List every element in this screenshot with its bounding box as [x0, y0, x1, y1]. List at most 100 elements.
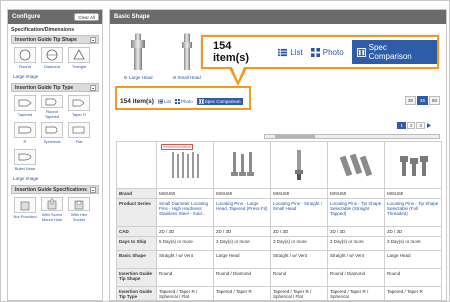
product-pins-image [339, 153, 373, 177]
next-page-icon[interactable] [426, 122, 432, 129]
table-cell: 3 Day(s) or more [270, 236, 328, 251]
table-row: Brand MISUMI MISUMI MISUMI MISUMI MISUMI [116, 188, 442, 199]
option-diamond[interactable]: Diamond [40, 47, 64, 71]
table-cell: Straight / w/ Vent [156, 250, 214, 269]
shape-large-head[interactable]: Large Head [124, 32, 153, 80]
horizontal-scrollbar[interactable] [264, 134, 440, 139]
table-row: Insertion Guide Tip Type Tapered / Taper… [116, 286, 442, 300]
bullet-nose-tip-icon [18, 153, 32, 161]
recommendation-badge: Recommendation [161, 144, 194, 150]
option-r[interactable]: R [13, 122, 37, 146]
table-cell: Straight / w/ Vent [327, 250, 385, 269]
configure-panel: Configure Clear All Specification/Dimens… [7, 9, 103, 301]
option-bullet-nose[interactable]: Bullet Nose [13, 149, 37, 173]
product-series-link[interactable]: Locating Pins - Straight / Small Head [270, 198, 328, 227]
page-link[interactable]: 3 [416, 122, 425, 129]
option-label: With Hex Socket [70, 212, 88, 222]
table-cell: MISUMI [213, 188, 271, 199]
list-view-button-zoomed[interactable]: List [278, 47, 303, 57]
table-cell: Tapered / Taper R [213, 286, 271, 300]
row-header: Product Series [116, 198, 157, 227]
option-round[interactable]: Round [13, 47, 37, 71]
large-image-link[interactable]: Large Image [8, 173, 102, 185]
page-link[interactable]: 1 [397, 122, 406, 129]
row-header: Insertion Guide Tip Shape [116, 268, 157, 287]
configure-title: Configure [12, 14, 41, 20]
table-row: Days to Ship 5 Day(s) or more 3 Day(s) o… [116, 236, 442, 251]
table-cell: Straight / w/ Vent [270, 250, 328, 269]
per-page-option[interactable]: 60 [428, 96, 440, 105]
diamond-shape-icon [46, 49, 58, 61]
option-tapered[interactable]: Tapered [13, 95, 37, 119]
product-pins-image [400, 156, 428, 176]
option-triangle[interactable]: Triangle [67, 47, 91, 71]
tapered-tip-icon [18, 99, 32, 107]
tip-type-section[interactable]: Insertion Guide Tip Type [11, 83, 99, 92]
table-cell: 3 Day(s) or more [384, 236, 442, 251]
table-cell: 2D / 3D [156, 226, 214, 237]
per-page-selector: 30 45 60 [404, 96, 440, 105]
spec-comparison-button-zoomed[interactable]: Spec Comparison [351, 40, 437, 64]
table-cell: Tapered / Taper R [384, 286, 442, 300]
product-image-cell[interactable]: Recommendation [156, 141, 214, 189]
table-cell: Tapered / Taper R / Spherical / Flat [156, 286, 214, 300]
collapse-icon[interactable] [90, 85, 96, 91]
option-taper-r[interactable]: Taper R [67, 95, 91, 119]
toolbar-highlight [115, 86, 251, 110]
radio-icon[interactable] [172, 76, 176, 79]
item-count-zoomed: 154 item(s) [213, 40, 250, 64]
large-image-link[interactable]: Large Image [8, 71, 102, 83]
pagination: 1 2 3 [397, 122, 432, 129]
radio-icon[interactable] [124, 76, 127, 79]
spec-comparison-table: Recommendation Brand MISUMI MISUMI MISUM… [116, 141, 442, 300]
collapse-icon[interactable] [90, 187, 96, 193]
table-row: Recommendation [116, 141, 442, 189]
option-label: Flat [75, 139, 83, 144]
table-cell: 5 Day(s) or more [156, 236, 214, 251]
product-image-cell[interactable] [213, 141, 271, 189]
photo-view-button-zoomed[interactable]: Photo [310, 47, 344, 57]
option-screw-mount-hole[interactable]: With Screw Mount Hole [40, 197, 64, 222]
r-tip-icon [18, 126, 32, 134]
option-round-tapered[interactable]: Round Tapered [40, 95, 64, 119]
table-cell: 3 Day(s) or more [327, 236, 385, 251]
product-series-link[interactable]: Small Diameter Locating Pins - High Hard… [156, 198, 214, 227]
callout-arrow-inner [232, 67, 244, 81]
small-head-pin-icon [181, 33, 192, 70]
table-row: Basic Shape Straight / w/ Vent Large Hea… [116, 250, 442, 269]
product-series-link[interactable]: Locating Pins - Tip Shape Selectable (Fu… [384, 198, 442, 227]
tip-shape-section[interactable]: Insertion Guide Tip Shape [11, 35, 99, 44]
list-label: List [290, 47, 303, 57]
option-label: With Screw Mount Hole [41, 212, 63, 222]
scrollbar-thumb[interactable] [275, 135, 315, 138]
clear-all-button[interactable]: Clear All [74, 13, 99, 21]
shape-small-head[interactable]: Small Head [172, 32, 201, 80]
option-not-provided[interactable]: Not Provided [13, 197, 37, 221]
table-cell: Round / Diamond [327, 268, 385, 287]
product-series-link[interactable]: Locating Pins - Tip Shape Selectable (St… [327, 198, 385, 227]
option-label: Bullet Nose [14, 166, 36, 171]
page-link[interactable]: 2 [406, 122, 416, 129]
row-header: CAD [116, 226, 157, 237]
product-image-cell[interactable] [327, 141, 385, 189]
product-image-cell[interactable] [270, 141, 328, 189]
row-header: Basic Shape [116, 250, 157, 269]
table-cell: Round [270, 268, 328, 287]
per-page-option[interactable]: 30 [404, 96, 416, 105]
product-image-cell[interactable] [384, 141, 442, 189]
table-cell: 2D / 3D [384, 226, 442, 237]
spec-columns-icon [356, 47, 366, 57]
table-cell: MISUMI [327, 188, 385, 199]
table-row: Insertion Guide Tip Shape Round Round / … [116, 268, 442, 287]
option-spherical[interactable]: Spherical [40, 122, 64, 146]
product-pins-image [231, 152, 254, 176]
product-series-link[interactable]: Locating Pins - Large Head, Tapered (Pre… [213, 198, 271, 227]
tip-spec-section[interactable]: Insertion Guide Specifications [11, 185, 99, 194]
option-hex-socket[interactable]: With Hex Socket [67, 197, 91, 222]
table-row: CAD 2D / 3D 2D / 3D 2D / 3D 2D / 3D 2D /… [116, 226, 442, 237]
table-cell: Round / Diamond [213, 268, 271, 287]
collapse-icon[interactable] [90, 37, 96, 43]
option-flat[interactable]: Flat [67, 122, 91, 146]
per-page-option[interactable]: 45 [416, 96, 428, 105]
table-cell: Large Head [213, 250, 271, 269]
